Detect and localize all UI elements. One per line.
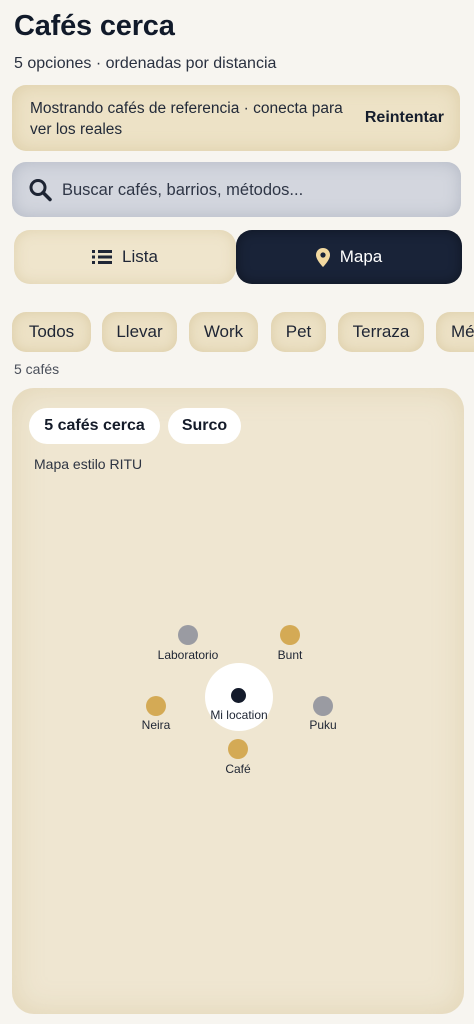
map-pin-neira[interactable] bbox=[146, 696, 166, 716]
filter-chip-llevar[interactable]: Llevar bbox=[102, 312, 177, 352]
map-pin-laboratorio[interactable] bbox=[178, 625, 198, 645]
map-view-label: Mapa bbox=[339, 247, 383, 266]
map-pin-label: Puku bbox=[309, 718, 337, 732]
map-pin-label: Laboratorio bbox=[157, 648, 219, 662]
filter-chip-work[interactable]: Work bbox=[189, 312, 258, 352]
cafes-count-pill[interactable]: 5 cafés cerca bbox=[29, 408, 160, 444]
map-pin-puku[interactable] bbox=[313, 696, 333, 716]
search-bar[interactable] bbox=[12, 162, 461, 217]
results-count: 5 cafés bbox=[14, 361, 60, 377]
page-title: Cafés cerca bbox=[14, 10, 175, 42]
map-view[interactable]: 5 cafés cerca Surco Mapa estilo RITU Mi … bbox=[12, 388, 464, 1014]
map-pin-bunt[interactable] bbox=[280, 625, 300, 645]
banner-message: Mostrando cafés de referencia · conecta … bbox=[30, 100, 343, 138]
offline-banner: Mostrando cafés de referencia · conecta … bbox=[12, 85, 460, 151]
map-style-note: Mapa estilo RITU bbox=[34, 456, 143, 472]
search-input[interactable] bbox=[62, 170, 442, 210]
location-pin-icon bbox=[315, 247, 330, 267]
user-location-dot bbox=[231, 688, 246, 703]
list-icon bbox=[92, 250, 113, 264]
map-view-tab[interactable]: Mapa bbox=[236, 230, 462, 284]
filter-chips: Todos Llevar Work Pet Terraza Mé bbox=[12, 312, 474, 354]
page-subtitle: 5 opciones · ordenadas por distancia bbox=[14, 55, 277, 72]
list-view-tab[interactable]: Lista bbox=[14, 230, 236, 284]
area-pill[interactable]: Surco bbox=[168, 408, 241, 444]
search-icon bbox=[29, 179, 52, 202]
map-pin-label: Bunt bbox=[277, 648, 303, 662]
map-pin-cafe[interactable] bbox=[228, 739, 248, 759]
filter-chip-todos[interactable]: Todos bbox=[12, 312, 91, 352]
filter-chip-terraza[interactable]: Terraza bbox=[338, 312, 424, 352]
map-pin-label: Neira bbox=[141, 718, 171, 732]
retry-button[interactable]: Reintentar bbox=[365, 109, 444, 127]
filter-chip-more[interactable]: Mé bbox=[436, 312, 474, 352]
list-view-label: Lista bbox=[122, 247, 158, 266]
filter-chip-pet[interactable]: Pet bbox=[271, 312, 326, 352]
map-pin-label: Café bbox=[225, 762, 251, 776]
